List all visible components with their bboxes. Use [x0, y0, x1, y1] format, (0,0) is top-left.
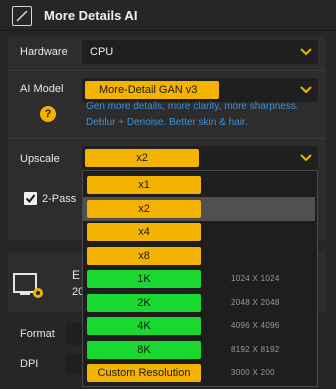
- upscale-option-resolution: 1024 X 1024: [231, 274, 280, 283]
- check-icon: [25, 194, 36, 204]
- upscale-option[interactable]: 1K 1024 X 1024: [83, 267, 315, 291]
- ai-model-description-2: Deblur + Denoise. Better skin & hair.: [86, 117, 248, 128]
- check-icon: [16, 10, 28, 22]
- hardware-value: CPU: [90, 46, 114, 58]
- two-pass-checkbox[interactable]: [24, 192, 37, 205]
- upscale-option[interactable]: x1: [83, 173, 315, 197]
- hardware-select[interactable]: CPU: [82, 40, 318, 64]
- format-label: Format: [20, 328, 55, 340]
- chevron-down-icon: [300, 154, 312, 162]
- export-settings-icon: [13, 273, 43, 298]
- ai-model-description-1: Gen more details, more clarity, more sha…: [86, 101, 299, 112]
- upscale-option[interactable]: 2K 2048 X 2048: [83, 291, 315, 315]
- upscale-option-label: 2K: [87, 293, 201, 312]
- ai-model-label: AI Model: [20, 83, 64, 95]
- upscale-value: x2: [85, 149, 199, 167]
- upscale-option-resolution: 4096 X 4096: [231, 321, 280, 330]
- upscale-option-label: x4: [87, 223, 201, 241]
- export-title-fragment: E: [72, 268, 81, 282]
- upscale-option-label: Custom Resolution: [87, 364, 201, 382]
- upscale-dropdown: x1 x2 x4 x8 1K 1024 X 1024 2K 2048 X 2048 4K 4096…: [82, 170, 318, 387]
- upscale-option[interactable]: 4K 4096 X 4096: [83, 314, 315, 338]
- panel-title: More Details AI: [44, 8, 138, 23]
- upscale-option-label: x2: [87, 199, 201, 218]
- upscale-select[interactable]: x2: [82, 146, 318, 170]
- upscale-option[interactable]: Custom Resolution 3000 X 200: [83, 361, 315, 385]
- upscale-option-label: x8: [87, 246, 201, 265]
- divider: [8, 138, 326, 139]
- enable-checkbox[interactable]: [12, 6, 32, 26]
- dpi-label: DPI: [20, 358, 39, 370]
- hardware-label: Hardware: [20, 46, 68, 58]
- upscale-option[interactable]: x2: [83, 196, 315, 221]
- ai-model-select[interactable]: More-Detail GAN v3: [82, 78, 318, 102]
- upscale-option-resolution: 3000 X 200: [231, 368, 275, 377]
- panel-header: More Details AI: [0, 0, 336, 31]
- dpi-input[interactable]: [66, 353, 82, 375]
- format-select[interactable]: [66, 323, 82, 345]
- two-pass-label: 2-Pass: [42, 193, 77, 205]
- upscale-option-label: 4K: [87, 317, 201, 335]
- divider: [8, 70, 326, 71]
- help-icon[interactable]: ?: [40, 106, 56, 122]
- upscale-option-resolution: 2048 X 2048: [231, 297, 280, 307]
- upscale-option-resolution: 8192 X 8192: [231, 344, 280, 354]
- upscale-option-label: 8K: [87, 340, 201, 359]
- ai-model-value: More-Detail GAN v3: [85, 81, 219, 99]
- upscale-option-label: 1K: [87, 270, 201, 288]
- upscale-option[interactable]: 8K 8192 X 8192: [83, 338, 315, 362]
- upscale-label: Upscale: [20, 153, 60, 165]
- upscale-option[interactable]: x8: [83, 244, 315, 268]
- chevron-down-icon: [300, 86, 312, 94]
- upscale-option[interactable]: x4: [83, 220, 315, 244]
- upscale-option-label: x1: [87, 176, 201, 194]
- chevron-down-icon: [300, 48, 312, 56]
